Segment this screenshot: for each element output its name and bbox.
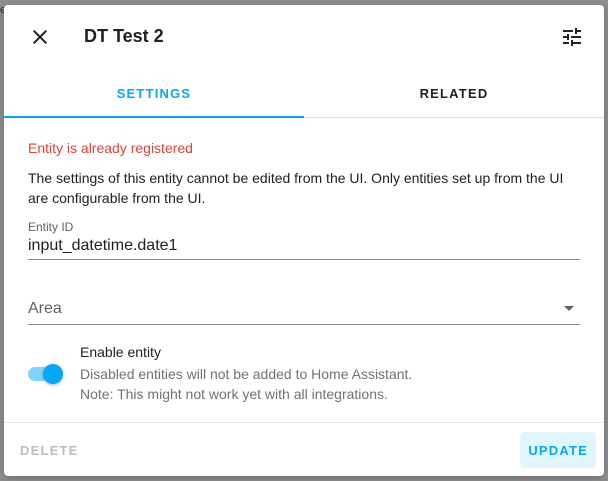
enable-entity-help: Disabled entities will not be added to H… — [80, 364, 412, 404]
close-icon — [33, 30, 47, 44]
entity-id-field[interactable]: Entity ID input_datetime.date1 — [28, 220, 580, 260]
advanced-settings-button[interactable] — [554, 19, 590, 55]
error-message: Entity is already registered — [28, 140, 193, 156]
dialog-title: DT Test 2 — [84, 26, 164, 46]
area-select[interactable]: Area — [28, 296, 580, 325]
toggle-thumb — [43, 364, 63, 384]
tune-icon — [563, 28, 581, 46]
entity-settings-dialog: DT Test 2 SETTINGS RELATED Entity is alr… — [4, 5, 604, 476]
enable-entity-help-line-2: Note: This might not work yet with all i… — [80, 386, 388, 402]
dropdown-arrow-icon — [564, 306, 574, 311]
dialog-header: DT Test 2 — [4, 5, 604, 69]
area-label: Area — [28, 300, 62, 317]
entity-id-label: Entity ID — [28, 220, 74, 234]
dialog-footer: DELETE UPDATE — [4, 422, 604, 476]
close-button[interactable] — [22, 19, 58, 55]
tab-bar: SETTINGS RELATED — [4, 69, 604, 118]
enable-entity-label: Enable entity — [80, 344, 161, 360]
dialog-content: Entity is already registered The setting… — [4, 118, 604, 422]
tab-settings[interactable]: SETTINGS — [4, 69, 304, 118]
delete-button[interactable]: DELETE — [12, 432, 86, 468]
enable-entity-toggle[interactable] — [28, 363, 64, 385]
enable-entity-help-line-1: Disabled entities will not be added to H… — [80, 366, 413, 382]
description-text: The settings of this entity cannot be ed… — [28, 170, 564, 206]
tab-related[interactable]: RELATED — [304, 69, 604, 117]
entity-id-value: input_datetime.date1 — [28, 237, 178, 254]
update-button[interactable]: UPDATE — [520, 432, 596, 468]
